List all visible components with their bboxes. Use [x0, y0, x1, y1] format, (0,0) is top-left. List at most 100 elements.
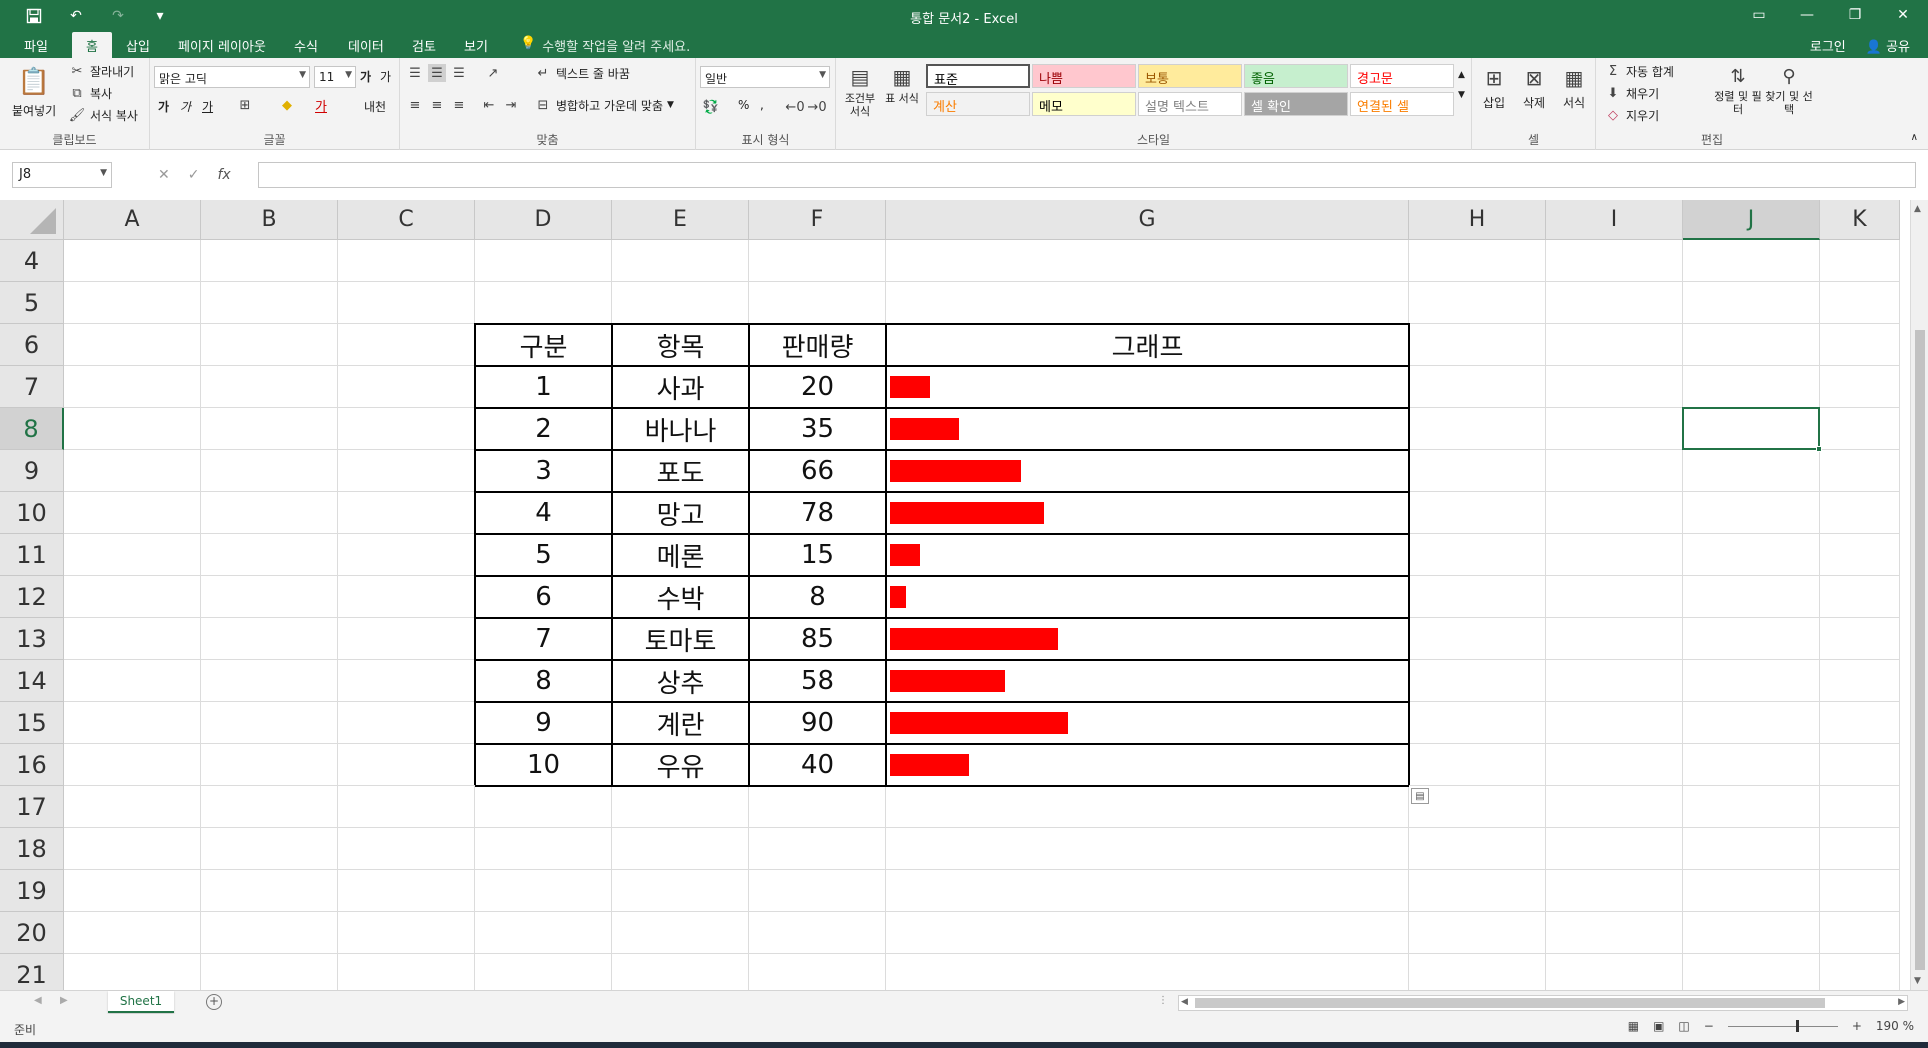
page-break-view-icon[interactable]: ◫ [1678, 1019, 1689, 1033]
delete-cells-button[interactable]: ⊠ 삭제 [1520, 64, 1548, 111]
borders-button[interactable]: ⊞ [236, 96, 254, 114]
column-header-a[interactable]: A [64, 200, 201, 240]
cut-button[interactable]: ✂ 잘라내기 [68, 62, 135, 80]
column-header-f[interactable]: F [749, 200, 886, 240]
close-button[interactable]: ✕ [1892, 4, 1914, 26]
table-cell-qty[interactable]: 15 [749, 534, 886, 576]
table-cell-qty[interactable]: 8 [749, 576, 886, 618]
font-size-dropdown[interactable]: 11 ▼ [314, 66, 356, 88]
share-button[interactable]: 👤 공유 [1866, 36, 1910, 55]
table-cell-qty[interactable]: 35 [749, 408, 886, 450]
percent-button[interactable]: % [738, 98, 749, 112]
tab-home[interactable]: 홈 [72, 32, 112, 58]
sheet-tab-sheet1[interactable]: Sheet1 [108, 991, 174, 1013]
cell-style-2[interactable]: 보통 [1138, 64, 1242, 88]
row-header-11[interactable]: 11 [0, 534, 64, 576]
minimize-button[interactable]: — [1796, 4, 1818, 26]
select-all-button[interactable] [0, 200, 64, 240]
table-cell-item[interactable]: 망고 [612, 492, 749, 534]
zoom-out-button[interactable]: − [1704, 1019, 1714, 1033]
tab-page-layout[interactable]: 페이지 레이아웃 [178, 36, 266, 55]
align-middle-button[interactable]: ☰ [428, 64, 446, 82]
align-left-button[interactable]: ≡ [406, 96, 424, 114]
table-cell-qty[interactable]: 66 [749, 450, 886, 492]
format-painter-button[interactable]: 🖌 서식 복사 [68, 106, 138, 124]
enter-icon[interactable]: ✓ [188, 167, 200, 183]
column-header-e[interactable]: E [612, 200, 749, 240]
table-cell-no[interactable]: 7 [475, 618, 612, 660]
table-header-cell[interactable]: 구분 [475, 324, 612, 366]
conditional-formatting-button[interactable]: ▤ 조건부 서식 [840, 62, 880, 118]
row-header-21[interactable]: 21 [0, 954, 64, 990]
paste-button[interactable]: 📋 붙여넣기 [12, 64, 56, 119]
zoom-in-button[interactable]: + [1852, 1019, 1862, 1033]
vertical-scroll-thumb[interactable] [1915, 330, 1925, 970]
row-header-7[interactable]: 7 [0, 366, 64, 408]
row-header-8[interactable]: 8 [0, 408, 64, 450]
table-cell-qty[interactable]: 90 [749, 702, 886, 744]
table-cell-item[interactable]: 메론 [612, 534, 749, 576]
copy-button[interactable]: ⧉ 복사 [68, 84, 112, 102]
increase-decimal-button[interactable]: ←0 [785, 98, 804, 116]
formula-input[interactable] [258, 162, 1916, 188]
format-as-table-button[interactable]: ▦ 표 서식 [884, 62, 920, 105]
column-header-g[interactable]: G [886, 200, 1409, 240]
name-box[interactable]: J8 ▼ [12, 162, 112, 188]
align-right-button[interactable]: ≡ [450, 96, 468, 114]
tab-review[interactable]: 검토 [412, 36, 436, 55]
normal-view-icon[interactable]: ▦ [1628, 1019, 1639, 1033]
split-handle-icon[interactable]: ⋮ [1158, 995, 1168, 1006]
column-header-b[interactable]: B [201, 200, 338, 240]
cell-style-1[interactable]: 나쁨 [1032, 64, 1136, 88]
row-header-20[interactable]: 20 [0, 912, 64, 954]
table-cell-no[interactable]: 2 [475, 408, 612, 450]
format-cells-button[interactable]: ▦ 서식 [1560, 64, 1588, 111]
cell-style-6[interactable]: 메모 [1032, 92, 1136, 116]
login-link[interactable]: 로그인 [1810, 36, 1846, 55]
align-top-button[interactable]: ☰ [406, 64, 424, 82]
gallery-scroll[interactable]: ▲ ▼ [1458, 70, 1465, 100]
cell-style-0[interactable]: 표준 [926, 64, 1030, 88]
scroll-up-icon[interactable]: ▲ [1914, 204, 1921, 214]
row-header-16[interactable]: 16 [0, 744, 64, 786]
insert-cells-button[interactable]: ⊞ 삽입 [1480, 64, 1508, 111]
table-cell-no[interactable]: 4 [475, 492, 612, 534]
scroll-down-icon[interactable]: ▼ [1914, 976, 1921, 986]
table-cell-item[interactable]: 상추 [612, 660, 749, 702]
fill-handle[interactable] [1816, 446, 1822, 452]
align-center-button[interactable]: ≡ [428, 96, 446, 114]
shrink-font-button[interactable]: 가 [380, 68, 391, 85]
clear-button[interactable]: ◇ 지우기 [1604, 106, 1659, 124]
add-sheet-icon[interactable]: + [206, 994, 222, 1010]
number-format-dropdown[interactable]: 일반 ▼ [700, 66, 830, 88]
cell-style-3[interactable]: 좋음 [1244, 64, 1348, 88]
column-header-j[interactable]: J [1683, 200, 1820, 240]
column-header-d[interactable]: D [475, 200, 612, 240]
column-header-c[interactable]: C [338, 200, 475, 240]
bold-button[interactable]: 가 [158, 98, 169, 115]
row-header-6[interactable]: 6 [0, 324, 64, 366]
tab-formulas[interactable]: 수식 [294, 36, 318, 55]
table-cell-item[interactable]: 토마토 [612, 618, 749, 660]
fill-button[interactable]: ⬇ 채우기 [1604, 84, 1660, 102]
decrease-indent-button[interactable]: ⇤ [480, 96, 498, 114]
table-cell-item[interactable]: 계란 [612, 702, 749, 744]
table-header-cell[interactable]: 항목 [612, 324, 749, 366]
table-header-cell[interactable]: 그래프 [886, 324, 1409, 366]
decrease-decimal-button[interactable]: →0 [807, 98, 826, 116]
table-cell-no[interactable]: 10 [475, 744, 612, 786]
row-header-5[interactable]: 5 [0, 282, 64, 324]
row-header-13[interactable]: 13 [0, 618, 64, 660]
zoom-slider[interactable] [1727, 1019, 1838, 1032]
zoom-slider-thumb[interactable] [1795, 1019, 1799, 1032]
table-cell-qty[interactable]: 40 [749, 744, 886, 786]
table-cell-item[interactable]: 수박 [612, 576, 749, 618]
table-cell-qty[interactable]: 20 [749, 366, 886, 408]
table-cell-no[interactable]: 6 [475, 576, 612, 618]
wrap-text-button[interactable]: ↵ 텍스트 줄 바꿈 [534, 64, 630, 82]
increase-indent-button[interactable]: ⇥ [502, 96, 520, 114]
currency-button[interactable]: 💱 [702, 98, 720, 116]
column-header-k[interactable]: K [1820, 200, 1900, 240]
zoom-level[interactable]: 190 % [1876, 1019, 1914, 1033]
comma-button[interactable]: , [760, 98, 764, 112]
